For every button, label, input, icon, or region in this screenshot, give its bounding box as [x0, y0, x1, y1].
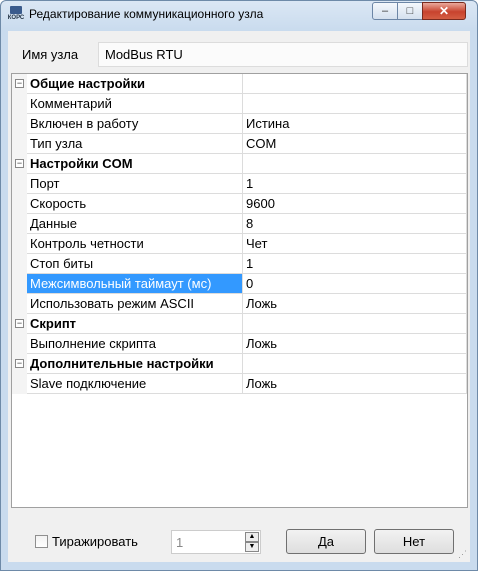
property-value[interactable]: 9600: [243, 194, 467, 214]
grid-category-row[interactable]: − Общие настройки: [12, 74, 467, 94]
grid-gutter: [12, 134, 27, 154]
dialog-window: КОРС Редактирование коммуникационного уз…: [0, 0, 478, 571]
grid-gutter: [12, 374, 27, 394]
grid-property-row[interactable]: Порт 1: [12, 174, 467, 194]
property-name[interactable]: Slave подключение: [27, 374, 243, 394]
maximize-button[interactable]: □: [397, 2, 423, 20]
property-value[interactable]: [243, 154, 467, 174]
category-label[interactable]: Скрипт: [27, 314, 243, 334]
property-value[interactable]: 1: [243, 174, 467, 194]
property-value[interactable]: Чет: [243, 234, 467, 254]
grid-category-row[interactable]: − Дополнительные настройки: [12, 354, 467, 374]
property-name[interactable]: Стоп биты: [27, 254, 243, 274]
category-label[interactable]: Настройки COM: [27, 154, 243, 174]
yes-button[interactable]: Да: [286, 529, 366, 554]
grid-property-row[interactable]: Выполнение скрипта Ложь: [12, 334, 467, 354]
no-button[interactable]: Нет: [374, 529, 454, 554]
property-grid[interactable]: − Общие настройки Комментарий Включен в раб…: [11, 73, 468, 508]
window-title: Редактирование коммуникационного узла: [29, 7, 264, 21]
grid-property-row[interactable]: Включен в работу Истина: [12, 114, 467, 134]
grid-gutter: [12, 174, 27, 194]
property-name[interactable]: Включен в работу: [27, 114, 243, 134]
property-value[interactable]: 0: [243, 274, 467, 294]
replicate-label[interactable]: Тиражировать: [52, 534, 138, 549]
property-value[interactable]: [243, 354, 467, 374]
grid-gutter: −: [12, 74, 27, 94]
grid-gutter: [12, 94, 27, 114]
property-name[interactable]: Комментарий: [27, 94, 243, 114]
property-name[interactable]: Тип узла: [27, 134, 243, 154]
property-value[interactable]: Истина: [243, 114, 467, 134]
collapse-toggle-icon[interactable]: −: [15, 359, 24, 368]
app-logo-text: КОРС: [7, 15, 25, 21]
app-logo-icon: КОРС: [7, 6, 25, 24]
grid-property-row[interactable]: Скорость 9600: [12, 194, 467, 214]
property-name[interactable]: Скорость: [27, 194, 243, 214]
grid-gutter: [12, 214, 27, 234]
node-name-label: Имя узла: [22, 47, 79, 62]
grid-property-row[interactable]: Использовать режим ASCII Ложь: [12, 294, 467, 314]
collapse-toggle-icon[interactable]: −: [15, 79, 24, 88]
grid-gutter: [12, 114, 27, 134]
grid-property-row[interactable]: Данные 8: [12, 214, 467, 234]
property-name[interactable]: Выполнение скрипта: [27, 334, 243, 354]
replicate-checkbox[interactable]: [35, 535, 48, 548]
property-name[interactable]: Использовать режим ASCII: [27, 294, 243, 314]
property-value[interactable]: 8: [243, 214, 467, 234]
grid-category-row[interactable]: − Скрипт: [12, 314, 467, 334]
grid-gutter: −: [12, 314, 27, 334]
count-spinner-value[interactable]: 1: [176, 535, 183, 550]
property-value[interactable]: Ложь: [243, 294, 467, 314]
grid-gutter: [12, 294, 27, 314]
property-name[interactable]: Данные: [27, 214, 243, 234]
spin-down-arrow-icon[interactable]: ▼: [245, 542, 259, 552]
grid-property-row[interactable]: Slave подключение Ложь: [12, 374, 467, 394]
close-button[interactable]: ✕: [422, 2, 466, 20]
collapse-toggle-icon[interactable]: −: [15, 159, 24, 168]
property-value[interactable]: Ложь: [243, 374, 467, 394]
grid-property-row[interactable]: Комментарий: [12, 94, 467, 114]
collapse-toggle-icon[interactable]: −: [15, 319, 24, 328]
dialog-footer: Тиражировать 1 ▲ ▼ Да Нет ⋰: [8, 521, 470, 561]
property-value[interactable]: [243, 94, 467, 114]
grid-property-row[interactable]: Тип узла COM: [12, 134, 467, 154]
category-label[interactable]: Общие настройки: [27, 74, 243, 94]
grid-gutter: [12, 334, 27, 354]
grid-gutter: [12, 194, 27, 214]
property-value[interactable]: Ложь: [243, 334, 467, 354]
grid-category-row[interactable]: − Настройки COM: [12, 154, 467, 174]
dialog-body: Имя узла ModBus RTU − Общие настройки Комм…: [8, 31, 470, 562]
node-name-field[interactable]: ModBus RTU: [98, 42, 468, 67]
count-spinner[interactable]: 1 ▲ ▼: [171, 530, 261, 554]
property-name[interactable]: Межсимвольный таймаут (мс): [27, 274, 243, 294]
property-value[interactable]: [243, 74, 467, 94]
property-value[interactable]: [243, 314, 467, 334]
grid-property-row[interactable]: Контроль четности Чет: [12, 234, 467, 254]
title-bar[interactable]: КОРС Редактирование коммуникационного уз…: [1, 1, 477, 29]
property-value[interactable]: COM: [243, 134, 467, 154]
grid-gutter: [12, 254, 27, 274]
grid-gutter: −: [12, 354, 27, 374]
property-name[interactable]: Порт: [27, 174, 243, 194]
property-name[interactable]: Контроль четности: [27, 234, 243, 254]
minimize-button[interactable]: –: [372, 2, 398, 20]
grid-gutter: −: [12, 154, 27, 174]
grid-property-row[interactable]: Стоп биты 1: [12, 254, 467, 274]
node-name-row: Имя узла ModBus RTU: [12, 39, 468, 69]
property-value[interactable]: 1: [243, 254, 467, 274]
grid-gutter: [12, 234, 27, 254]
resize-grip-icon[interactable]: ⋰: [458, 549, 468, 559]
grid-gutter: [12, 274, 27, 294]
grid-property-row[interactable]: Межсимвольный таймаут (мс) 0: [12, 274, 467, 294]
spin-up-arrow-icon[interactable]: ▲: [245, 532, 259, 542]
category-label[interactable]: Дополнительные настройки: [27, 354, 243, 374]
